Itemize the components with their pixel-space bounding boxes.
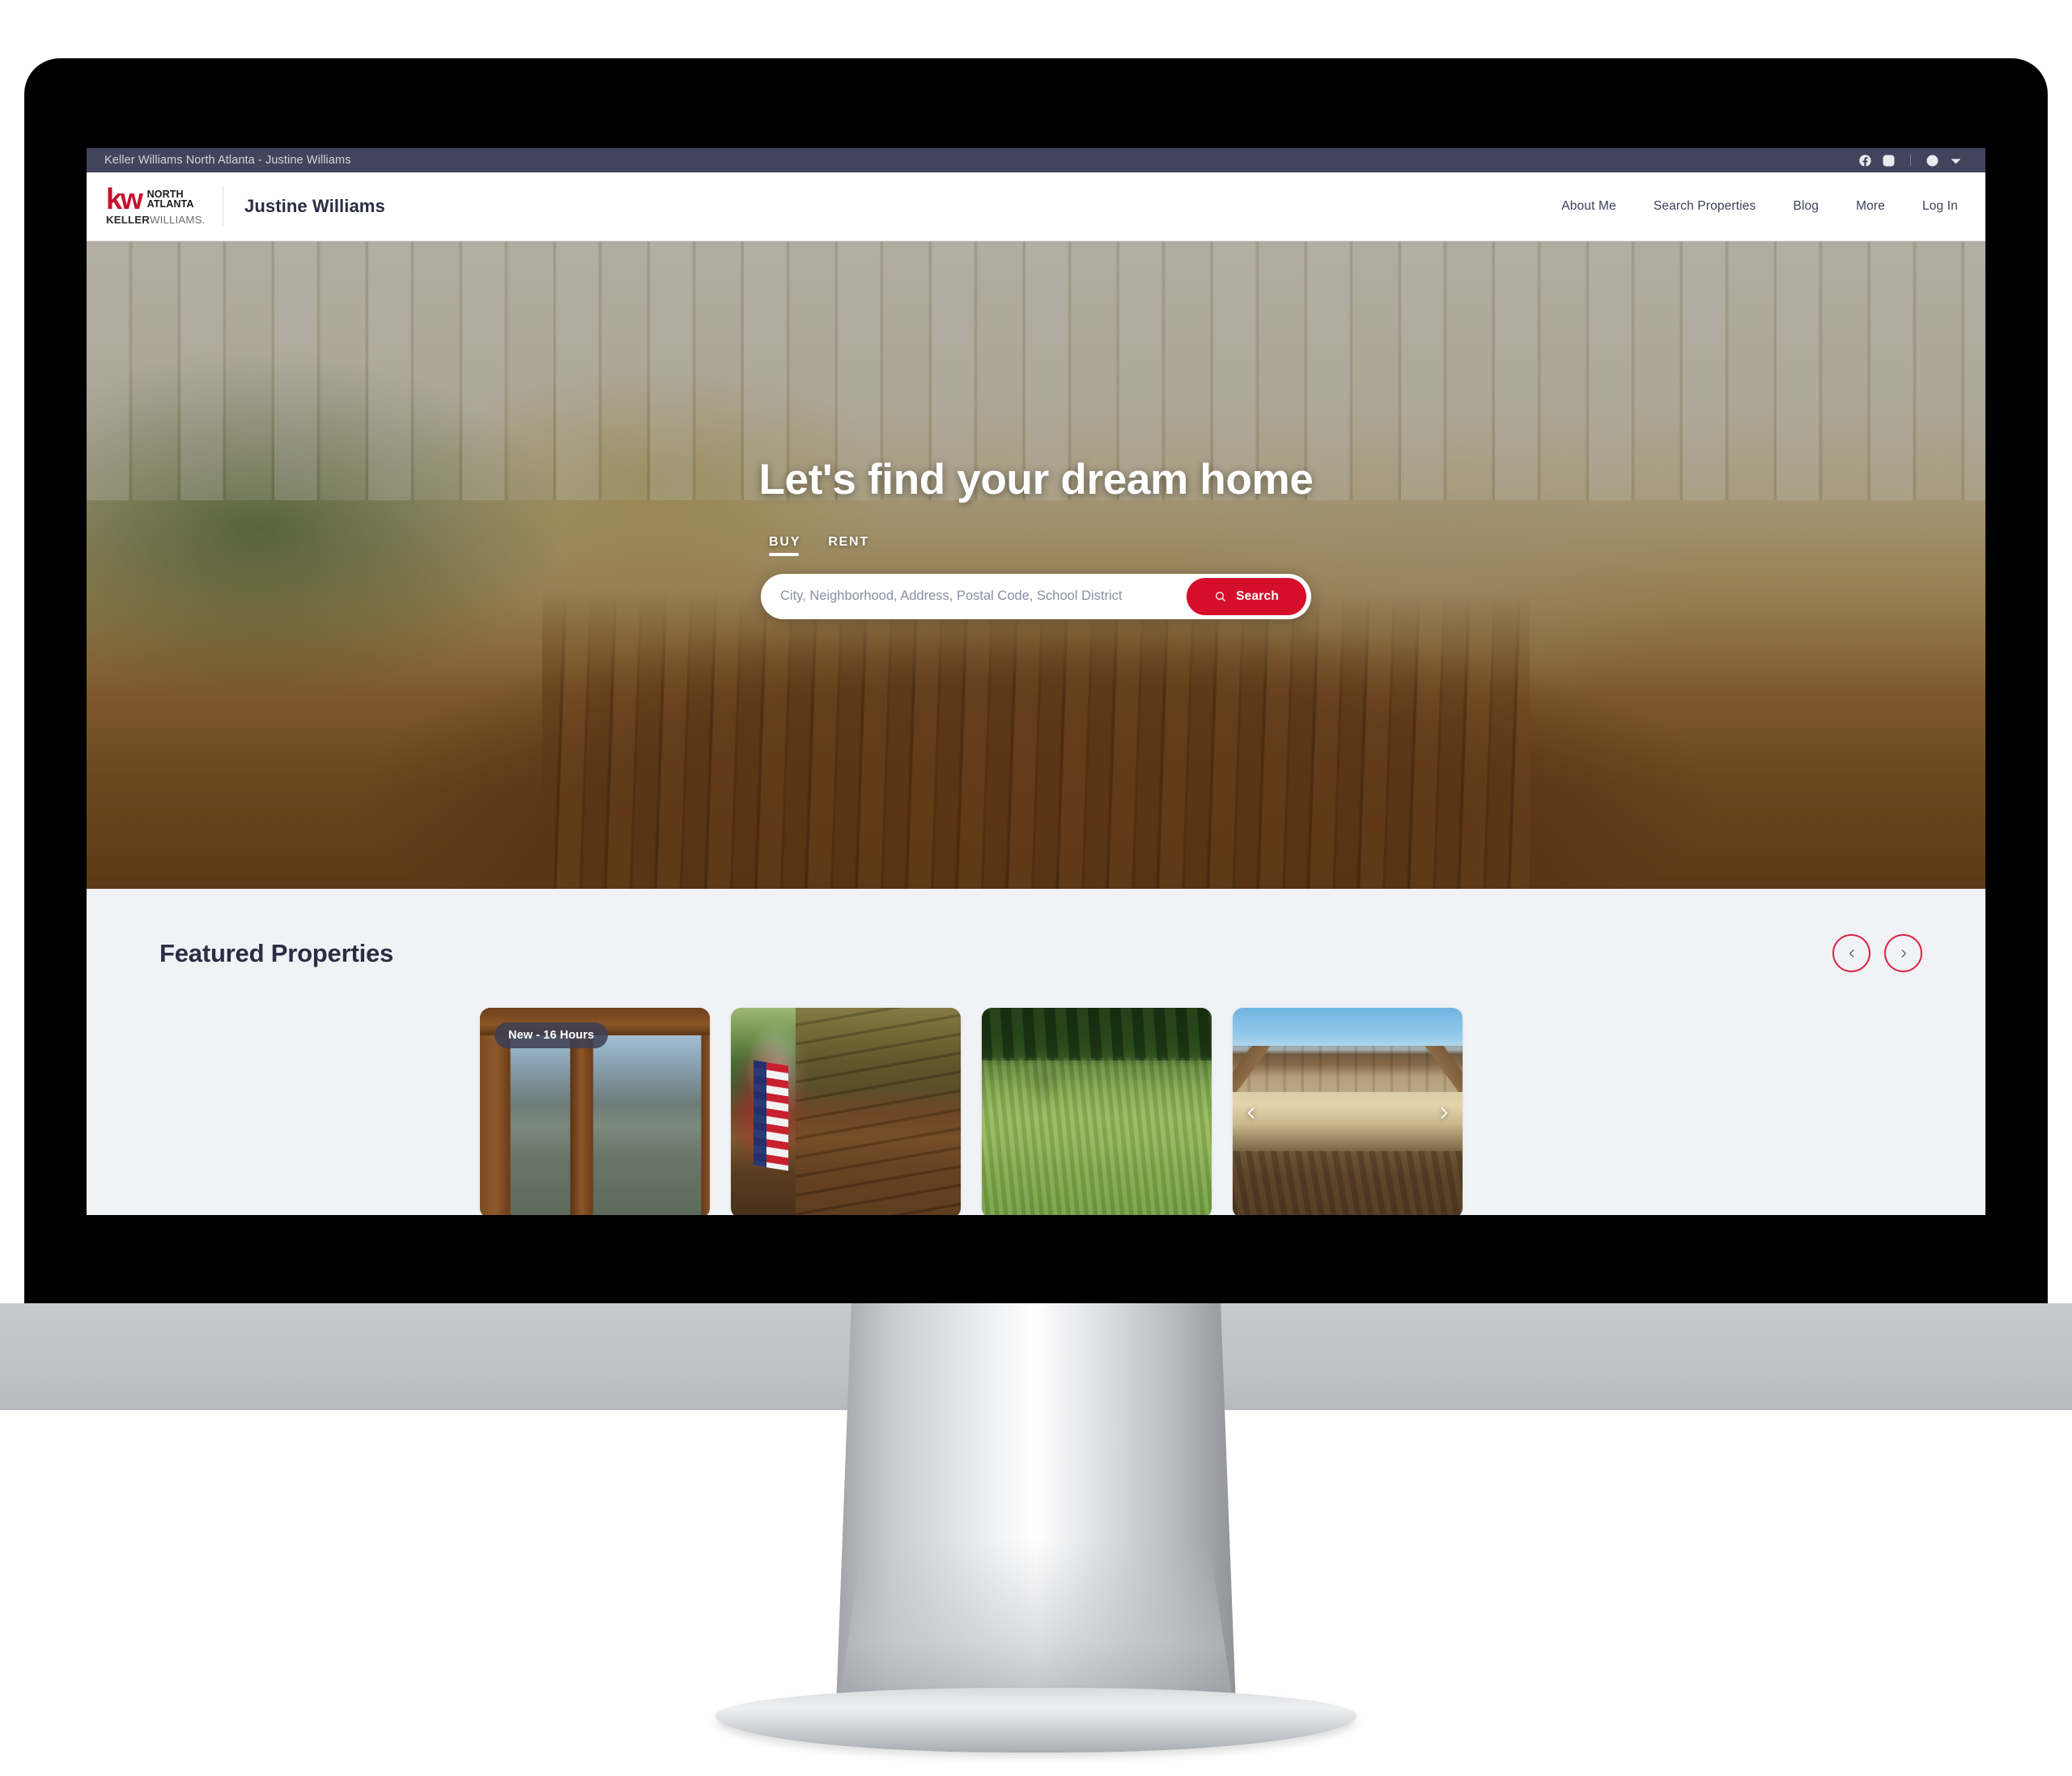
utility-divider: [1910, 155, 1911, 166]
browser-viewport: Keller Williams North Atlanta - Justine …: [87, 148, 1985, 1215]
utility-bar: Keller Williams North Atlanta - Justine …: [87, 148, 1985, 172]
property-photo: [982, 1008, 1212, 1215]
search-icon: [1216, 591, 1226, 601]
utility-bar-title: Keller Williams North Atlanta - Justine …: [104, 154, 351, 167]
kw-wordmark-bold: KELLER: [106, 213, 150, 226]
agent-name: Justine Williams: [244, 196, 385, 216]
property-card[interactable]: [1233, 1008, 1463, 1215]
property-photo: [1233, 1008, 1463, 1215]
search-button-label: Search: [1236, 588, 1279, 603]
instagram-icon[interactable]: [1882, 154, 1896, 168]
globe-icon[interactable]: [1926, 154, 1939, 168]
nav-item-search-properties[interactable]: Search Properties: [1654, 199, 1756, 214]
site-header: kw NORTH ATLANTA KELLERWILLIAMS. Justine…: [87, 172, 1985, 241]
hero-section: Let's find your dream home BUY RENT Sear…: [87, 241, 1985, 889]
featured-properties-section: Featured Properties New - 16 Hours: [87, 889, 1985, 1215]
main-navigation: About Me Search Properties Blog More Log…: [1561, 199, 1958, 214]
hero-title: Let's find your dream home: [758, 455, 1314, 503]
facebook-icon[interactable]: [1858, 154, 1872, 168]
chevron-down-icon[interactable]: [1949, 154, 1963, 168]
search-input[interactable]: [780, 588, 1187, 604]
monitor-base: [715, 1688, 1357, 1753]
featured-title: Featured Properties: [159, 938, 394, 967]
featured-carousel-nav: [1832, 934, 1922, 972]
featured-cards-rail: New - 16 Hours: [87, 1008, 1985, 1215]
nav-item-log-in[interactable]: Log In: [1922, 199, 1958, 214]
property-photo: [731, 1008, 961, 1215]
chevron-right-icon: [1441, 1107, 1448, 1119]
nav-item-blog[interactable]: Blog: [1793, 199, 1819, 214]
chevron-left-icon: [1247, 1107, 1255, 1119]
brand-block[interactable]: kw NORTH ATLANTA KELLERWILLIAMS. Justine…: [106, 182, 385, 227]
tab-buy[interactable]: BUY: [769, 535, 800, 556]
nav-item-more[interactable]: More: [1856, 199, 1885, 214]
kw-logo-region-line2: ATLANTA: [146, 198, 194, 210]
card-image-next-button[interactable]: [1433, 1103, 1454, 1124]
property-card[interactable]: [982, 1008, 1212, 1215]
card-image-prev-button[interactable]: [1241, 1103, 1262, 1124]
chevron-left-icon: [1849, 949, 1853, 958]
keller-williams-logo[interactable]: kw NORTH ATLANTA KELLERWILLIAMS.: [106, 182, 206, 226]
status-badge: New - 16 Hours: [495, 1022, 609, 1048]
carousel-prev-button[interactable]: [1832, 934, 1870, 972]
kw-logo-mark: kw: [106, 182, 143, 216]
nav-item-about-me[interactable]: About Me: [1561, 199, 1616, 214]
featured-header: Featured Properties: [87, 934, 1985, 972]
kw-wordmark-light: WILLIAMS.: [149, 213, 206, 226]
property-card[interactable]: [731, 1008, 961, 1215]
hero-search-bar: Search: [761, 573, 1311, 619]
chevron-right-icon: [1901, 949, 1906, 958]
hero-search-tabs: BUY RENT: [761, 535, 1311, 556]
search-button[interactable]: Search: [1187, 577, 1306, 615]
hero-content: Let's find your dream home BUY RENT Sear…: [87, 241, 1985, 889]
property-card[interactable]: New - 16 Hours: [480, 1008, 710, 1215]
utility-bar-actions: [1858, 154, 1963, 168]
carousel-next-button[interactable]: [1884, 934, 1922, 972]
tab-rent[interactable]: RENT: [828, 535, 869, 556]
